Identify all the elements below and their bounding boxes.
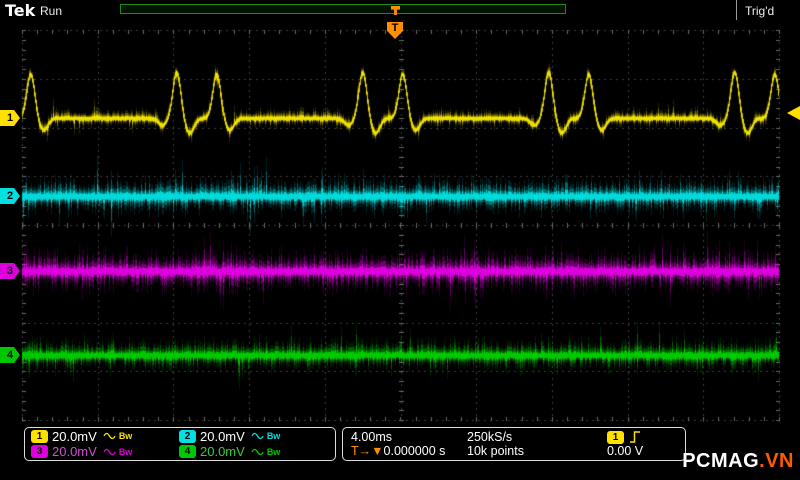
bandwidth-limit-icon: Bw (118, 431, 133, 442)
ch4-coupling-group: Bw (251, 446, 281, 457)
waveform-display[interactable] (0, 0, 800, 480)
sample-rate: 250kS/s (467, 430, 513, 444)
readout-row-2: 3 20.0mV Bw 4 20.0mV Bw (31, 444, 329, 459)
watermark-suffix: .VN (759, 450, 794, 472)
ch2-readout[interactable]: 2 20.0mV Bw (179, 429, 327, 444)
ch2-badge: 2 (179, 429, 196, 443)
acquisition-status: Run (40, 4, 63, 18)
ch2-scale: 20.0mV (200, 428, 245, 444)
ac-sine-icon (103, 448, 116, 455)
acquisition-column: 250kS/s 10k points (467, 430, 587, 458)
ch1-readout[interactable]: 1 20.0mV Bw (31, 429, 179, 444)
trigger-status: Trig'd (745, 4, 775, 18)
ac-sine-icon (251, 448, 264, 455)
trigger-time-marker-icon: T→▼ (351, 444, 384, 458)
rising-edge-icon (630, 431, 640, 443)
vertical-readouts[interactable]: 1 20.0mV Bw 2 20.0mV Bw 3 20.0mV Bw 4 20… (24, 427, 336, 461)
watermark-brand: PCMAG (682, 450, 760, 472)
ch3-coupling-group: Bw (103, 446, 133, 457)
tek-logo: Tek (5, 1, 36, 20)
ac-sine-icon (103, 433, 116, 440)
ch4-readout[interactable]: 4 20.0mV Bw (179, 444, 327, 459)
ch1-coupling-group: Bw (103, 431, 133, 442)
ch1-scale: 20.0mV (52, 428, 97, 444)
timebase: 4.00ms (351, 430, 392, 444)
ac-sine-icon (251, 433, 264, 440)
ch3-readout[interactable]: 3 20.0mV Bw (31, 444, 179, 459)
bandwidth-limit-icon: Bw (266, 431, 281, 442)
bandwidth-limit-icon: Bw (118, 446, 133, 457)
trigger-source: 1 (607, 430, 641, 444)
readout-row-1: 1 20.0mV Bw 2 20.0mV Bw (31, 429, 329, 444)
record-length: 10k points (467, 444, 524, 458)
ch1-badge: 1 (31, 429, 48, 443)
ch4-badge: 4 (179, 445, 196, 459)
topbar-divider (736, 0, 737, 20)
watermark: PCMAG.VN (682, 450, 794, 473)
trigger-time-value: 0.000000 s (383, 444, 446, 458)
ch4-scale: 20.0mV (200, 444, 245, 460)
trigger-level: 0.00 V (607, 444, 644, 458)
ch2-coupling-group: Bw (251, 431, 281, 442)
trigger-time: T→▼0.000000 s (351, 444, 467, 458)
timebase-column: 4.00ms T→▼0.000000 s (351, 430, 467, 458)
horizontal-trigger-readouts[interactable]: 4.00ms T→▼0.000000 s 250kS/s 10k points … (342, 427, 686, 461)
trigger-column: 1 0.00 V (607, 430, 677, 458)
bandwidth-limit-icon: Bw (266, 446, 281, 457)
trigger-source-badge: 1 (607, 430, 624, 444)
ch3-scale: 20.0mV (52, 444, 97, 460)
ch3-badge: 3 (31, 445, 48, 459)
record-view-bar (120, 4, 566, 14)
